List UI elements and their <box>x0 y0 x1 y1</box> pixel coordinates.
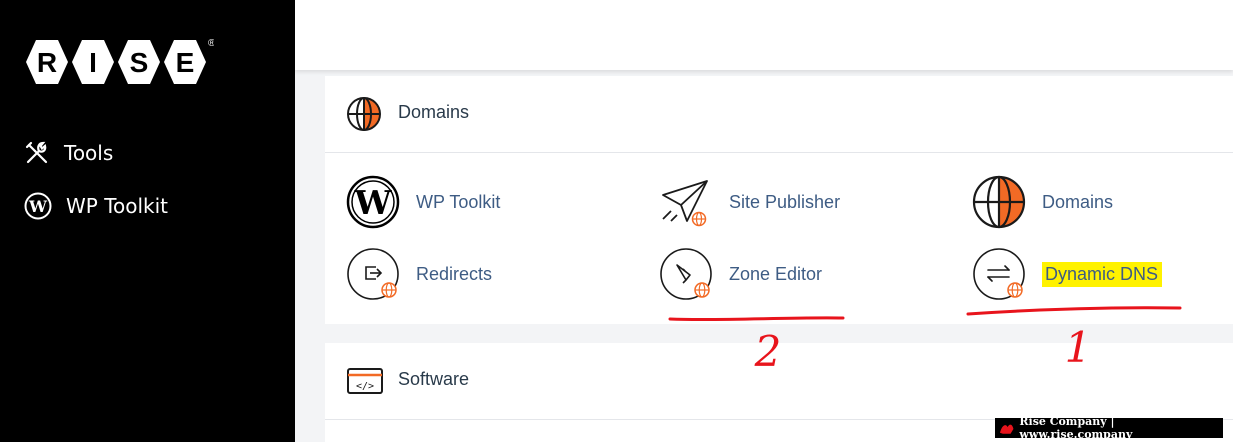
tool-domains[interactable]: Domains <box>972 175 1113 229</box>
logo-letter: R <box>37 47 57 78</box>
tool-dynamic-dns[interactable]: Dynamic DNS <box>972 247 1163 301</box>
svg-text:W: W <box>353 183 392 222</box>
dynamic-dns-icon <box>973 248 1025 300</box>
tool-label: Redirects <box>416 263 493 284</box>
sidebar-item-wp-toolkit[interactable]: W WP Toolkit <box>24 192 168 220</box>
rise-mark-icon <box>999 424 1014 434</box>
tool-label: Site Publisher <box>729 191 841 212</box>
rise-logo[interactable]: R I S E ® <box>24 36 214 92</box>
paper-plane-icon <box>662 180 708 227</box>
wordpress-icon: W <box>24 192 52 220</box>
code-window-icon: </> <box>347 368 383 394</box>
tool-label: Domains <box>1042 191 1114 212</box>
sidebar-item-tools[interactable]: Tools <box>24 140 113 166</box>
software-section-header[interactable]: </> Software <box>325 343 1233 420</box>
globe-icon <box>972 175 1026 229</box>
section-title: Software <box>398 369 470 389</box>
redirect-icon <box>347 248 399 300</box>
tool-label: Dynamic DNS <box>1042 261 1163 287</box>
section-title: Domains <box>398 102 470 122</box>
svg-text:</>: </> <box>356 381 374 392</box>
globe-icon <box>347 97 381 131</box>
tool-zone-editor[interactable]: Zone Editor <box>659 247 822 301</box>
logo-letter: S <box>130 47 149 78</box>
svg-text:W: W <box>28 197 48 216</box>
wordpress-logo-icon: W <box>346 175 400 229</box>
tool-redirects[interactable]: Redirects <box>346 247 492 301</box>
tool-site-publisher[interactable]: Site Publisher <box>659 175 840 229</box>
sidebar-item-label: Tools <box>64 141 114 165</box>
zone-editor-icon <box>660 248 712 300</box>
registered-mark: ® <box>208 38 214 49</box>
watermark-text: Rise Company | www.rise.company <box>1019 415 1133 441</box>
sidebar-item-label: WP Toolkit <box>66 194 169 218</box>
tool-label: WP Toolkit <box>416 191 501 212</box>
domains-section-header[interactable]: Domains <box>325 76 1233 153</box>
watermark: Rise Company | www.rise.company <box>995 415 1223 441</box>
tool-wp-toolkit[interactable]: W WP Toolkit <box>346 175 500 229</box>
tool-label: Zone Editor <box>729 263 823 284</box>
tools-icon <box>25 141 48 164</box>
domains-section: Domains W WP Toolkit Site Publisher Doma… <box>325 76 1233 324</box>
sidebar: R I S E ® Tools W WP Toolkit <box>0 0 295 442</box>
logo-letter: E <box>176 47 195 78</box>
logo-letter: I <box>89 47 97 78</box>
top-bar <box>295 0 1233 70</box>
